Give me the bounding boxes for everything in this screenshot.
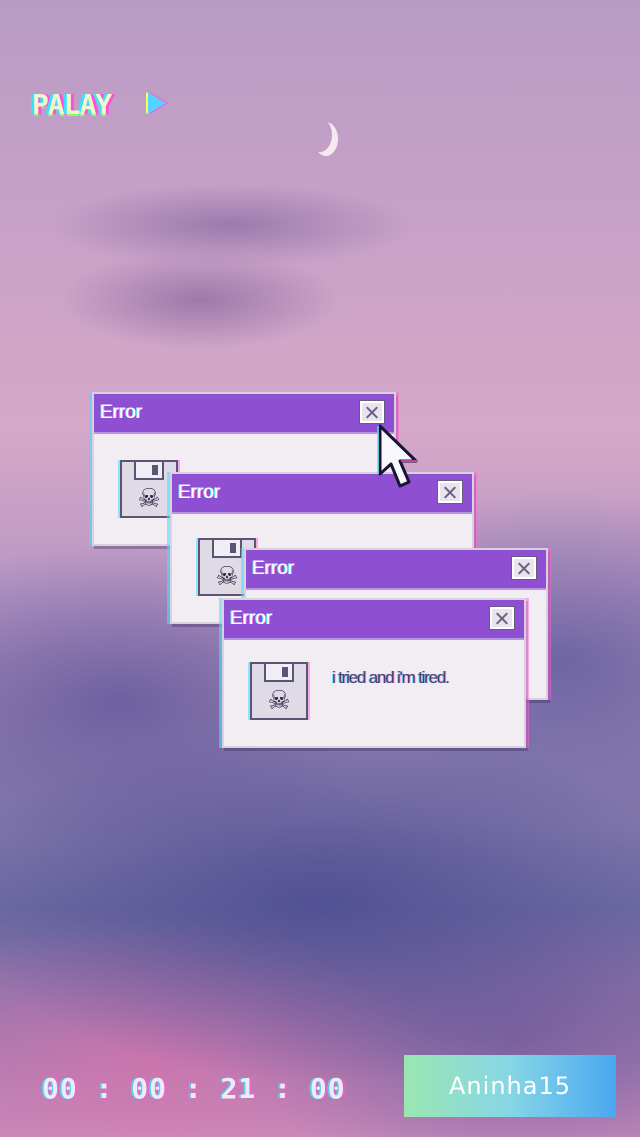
dialog-titlebar[interactable]: Error [94, 394, 394, 434]
dialog-title: Error [252, 558, 295, 579]
dialog-titlebar[interactable]: Error [172, 474, 472, 514]
timecode: 00 : 00 : 21 : 00 [42, 1072, 346, 1105]
mouse-pointer-icon [377, 424, 418, 488]
dialog-title: Error [230, 608, 273, 629]
close-icon[interactable] [489, 606, 515, 630]
play-arrow-icon [148, 92, 166, 114]
dialog-titlebar[interactable]: Error [224, 600, 524, 640]
error-message: i tried and i'm tired. [332, 668, 450, 687]
dialog-title: Error [178, 482, 221, 503]
vhs-play-label: PALAY [32, 88, 112, 121]
crescent-moon [308, 118, 332, 152]
watermark-badge: Aninha15 [404, 1055, 616, 1117]
close-icon[interactable] [359, 400, 385, 424]
dialog-titlebar[interactable]: Error [246, 550, 546, 590]
dialog-title: Error [100, 402, 143, 423]
floppy-skull-icon: ☠ [250, 662, 308, 720]
close-icon[interactable] [437, 480, 463, 504]
close-icon[interactable] [511, 556, 537, 580]
error-dialog-4: Error ☠ i tried and i'm tired. [222, 598, 526, 748]
